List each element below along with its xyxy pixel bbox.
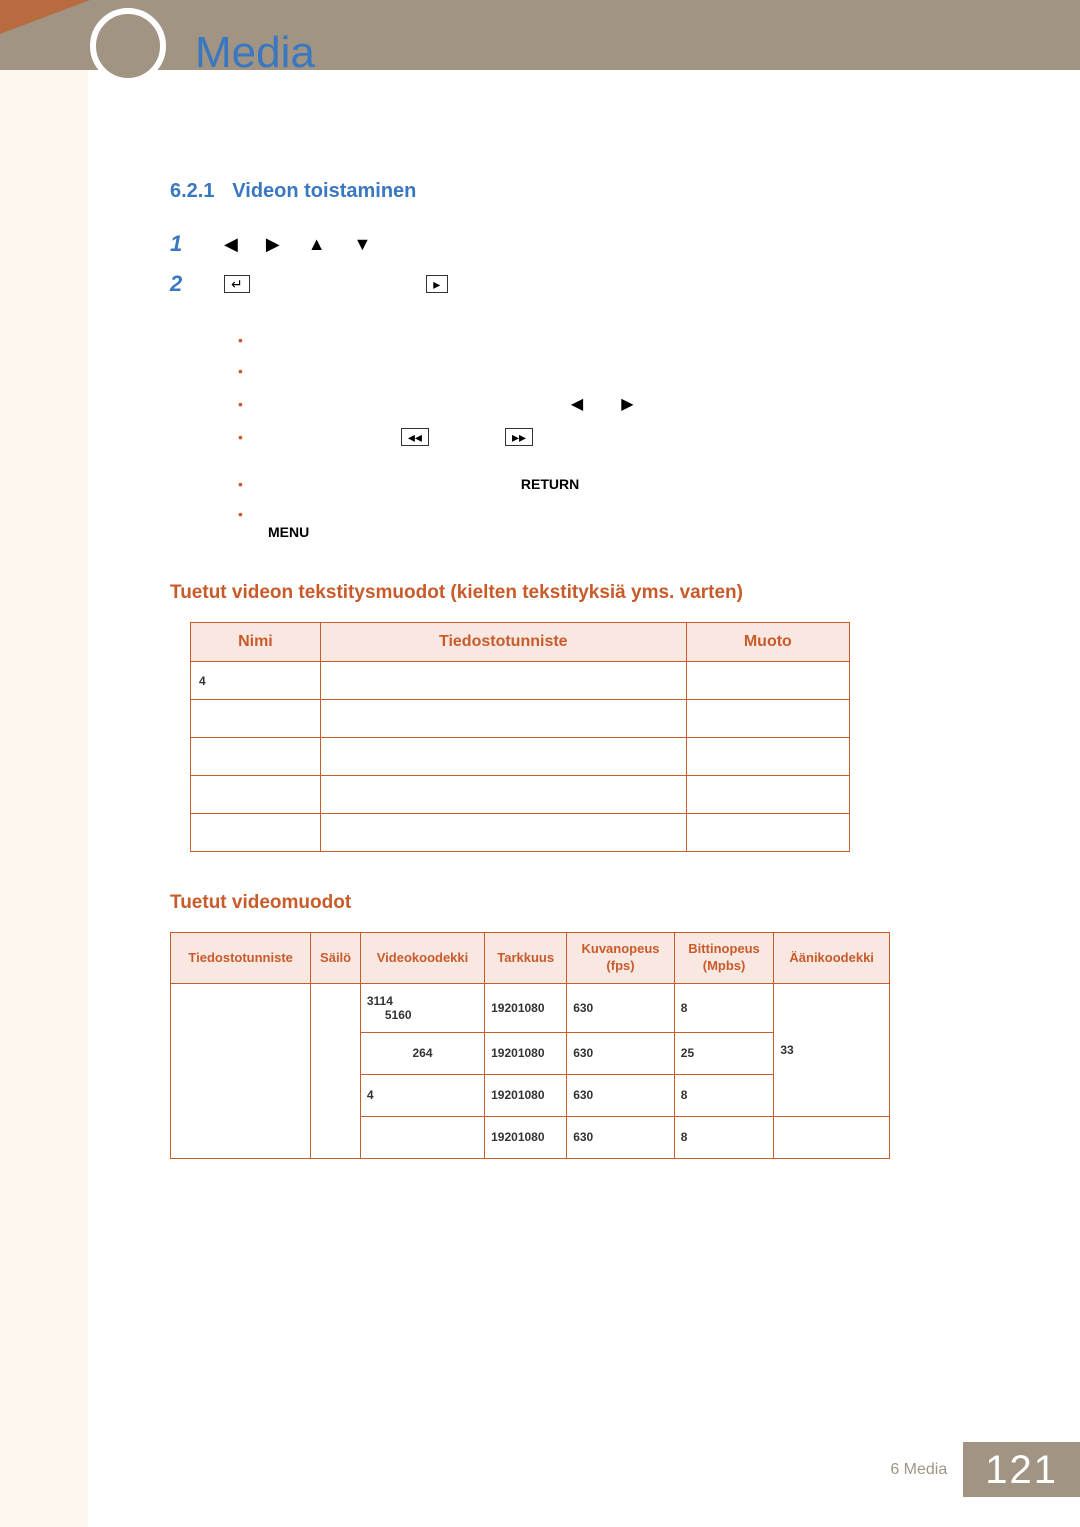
- t1-cell: [686, 776, 849, 814]
- t2-h-acodec: Äänikoodekki: [774, 933, 890, 984]
- section-number: 6.2.1: [170, 180, 214, 202]
- bullet-3: • ◀ ▶: [238, 387, 990, 422]
- return-label: RETURN: [521, 469, 579, 500]
- bullet-4: • ◂◂ ▸▸: [238, 422, 990, 453]
- t2-cell-vcodec: [360, 1116, 484, 1158]
- t2-cell-acodec: [774, 1116, 890, 1158]
- t2-h-bitrate: Bittinopeus(Mpbs): [674, 933, 774, 984]
- t2-h-vcodec: Videokoodekki: [360, 933, 484, 984]
- t2-cell-fps: 630: [567, 983, 675, 1032]
- t1-cell: [191, 776, 321, 814]
- right-arrow-icon: ▶: [621, 387, 633, 422]
- t2-cell-fps: 630: [567, 1032, 675, 1074]
- t2-cell-res: 19201080: [485, 1032, 567, 1074]
- videoformat-heading: Tuetut videomuodot: [170, 892, 990, 914]
- t2-cell-fps: 630: [567, 1074, 675, 1116]
- left-arrow-icon: ◀: [571, 387, 583, 422]
- t2-cell-vcodec: 3114 5160: [360, 983, 484, 1032]
- t2-cell-vcodec: 4: [360, 1074, 484, 1116]
- bullet-icon: •: [238, 325, 243, 356]
- t1-cell: [320, 662, 686, 700]
- t1-cell: [320, 814, 686, 852]
- t1-cell: [686, 662, 849, 700]
- t1-header-format: Muoto: [686, 623, 849, 662]
- t2-h-ext: Tiedostotunniste: [171, 933, 311, 984]
- rewind-icon: ◂◂: [401, 428, 429, 446]
- left-stripe: [0, 0, 88, 1527]
- t2-cell-fps: 630: [567, 1116, 675, 1158]
- left-arrow-icon: ◀: [224, 234, 238, 255]
- table-row: [191, 700, 850, 738]
- bullet-1: •: [238, 325, 990, 356]
- step-1-row: 1 ◀ ▶ ▲ ▼: [170, 231, 990, 257]
- up-arrow-icon: ▲: [308, 234, 326, 255]
- section-title: Videon toistaminen: [232, 180, 416, 202]
- t2-cell-res: 19201080: [485, 983, 567, 1032]
- t2-cell-acodec: 33: [774, 983, 890, 1116]
- t2-h-fps: Kuvanopeus(fps): [567, 933, 675, 984]
- t1-cell: [191, 814, 321, 852]
- table-row: [191, 738, 850, 776]
- table-row: 3114 5160 19201080 630 8 33: [171, 983, 890, 1032]
- t1-cell: [686, 738, 849, 776]
- enter-icon: ↵: [224, 275, 250, 293]
- t1-header-ext: Tiedostotunniste: [320, 623, 686, 662]
- bullet-list: • • • ◀ ▶ • ◂◂ ▸▸ • RETURN • MENU: [238, 325, 990, 542]
- right-arrow-icon: ▶: [266, 234, 280, 255]
- t1-cell: [686, 700, 849, 738]
- t2-cell-res: 19201080: [485, 1074, 567, 1116]
- footer-page-number: 121: [963, 1442, 1080, 1497]
- bullet-icon: •: [238, 469, 243, 500]
- bullet-icon: •: [238, 422, 243, 453]
- menu-label: MENU: [268, 524, 309, 540]
- t2-cell-container: [311, 983, 361, 1158]
- play-icon: ▸: [426, 275, 448, 293]
- t2-cell-vcodec: 264: [360, 1032, 484, 1074]
- fastforward-icon: ▸▸: [505, 428, 533, 446]
- step-2-number: 2: [170, 271, 184, 297]
- section-heading: 6.2.1 Videon toistaminen: [170, 180, 990, 203]
- t2-h-container: Säilö: [311, 933, 361, 984]
- step-1-number: 1: [170, 231, 184, 257]
- t1-header-name: Nimi: [191, 623, 321, 662]
- t1-cell: 4: [199, 674, 206, 688]
- table-row: 4: [191, 662, 850, 700]
- bullet-icon: •: [238, 356, 243, 387]
- content-area: 6.2.1 Videon toistaminen 1 ◀ ▶ ▲ ▼ 2 ↵ ▸…: [170, 180, 990, 1159]
- footer-bar: 6 Media 121: [890, 1442, 1080, 1497]
- bookmark-corner-icon: [0, 0, 90, 34]
- t2-cell-bitrate: 8: [674, 1074, 774, 1116]
- video-formats-table: Tiedostotunniste Säilö Videokoodekki Tar…: [170, 932, 890, 1159]
- t2-cell-ext: [171, 983, 311, 1158]
- table-row: [191, 814, 850, 852]
- chapter-circle-icon: [90, 8, 166, 84]
- subtitles-heading: Tuetut videon tekstitysmuodot (kielten t…: [170, 582, 990, 604]
- t1-cell: [191, 700, 321, 738]
- t2-cell-res: 19201080: [485, 1116, 567, 1158]
- footer-chapter-label: 6 Media: [890, 1461, 963, 1479]
- step-2-row: 2 ↵ ▸: [170, 271, 990, 297]
- bullet-2: •: [238, 356, 990, 387]
- menu-line: MENU: [238, 524, 990, 542]
- t1-cell: [686, 814, 849, 852]
- table-row: [191, 776, 850, 814]
- t1-cell: [320, 776, 686, 814]
- t1-cell: [191, 738, 321, 776]
- t2-cell-bitrate: 8: [674, 983, 774, 1032]
- subtitle-formats-table: Nimi Tiedostotunniste Muoto 4: [190, 622, 850, 852]
- nav-arrows-group: ◀ ▶ ▲ ▼: [224, 234, 371, 255]
- t2-h-res: Tarkkuus: [485, 933, 567, 984]
- down-arrow-icon: ▼: [354, 234, 372, 255]
- bullet-5: • RETURN: [238, 469, 990, 500]
- bullet-icon: •: [238, 389, 243, 420]
- t1-cell: [320, 700, 686, 738]
- playback-group: ↵ ▸: [224, 275, 448, 293]
- t2-cell-bitrate: 8: [674, 1116, 774, 1158]
- t1-cell: [320, 738, 686, 776]
- page-title: Media: [195, 28, 315, 78]
- t2-cell-bitrate: 25: [674, 1032, 774, 1074]
